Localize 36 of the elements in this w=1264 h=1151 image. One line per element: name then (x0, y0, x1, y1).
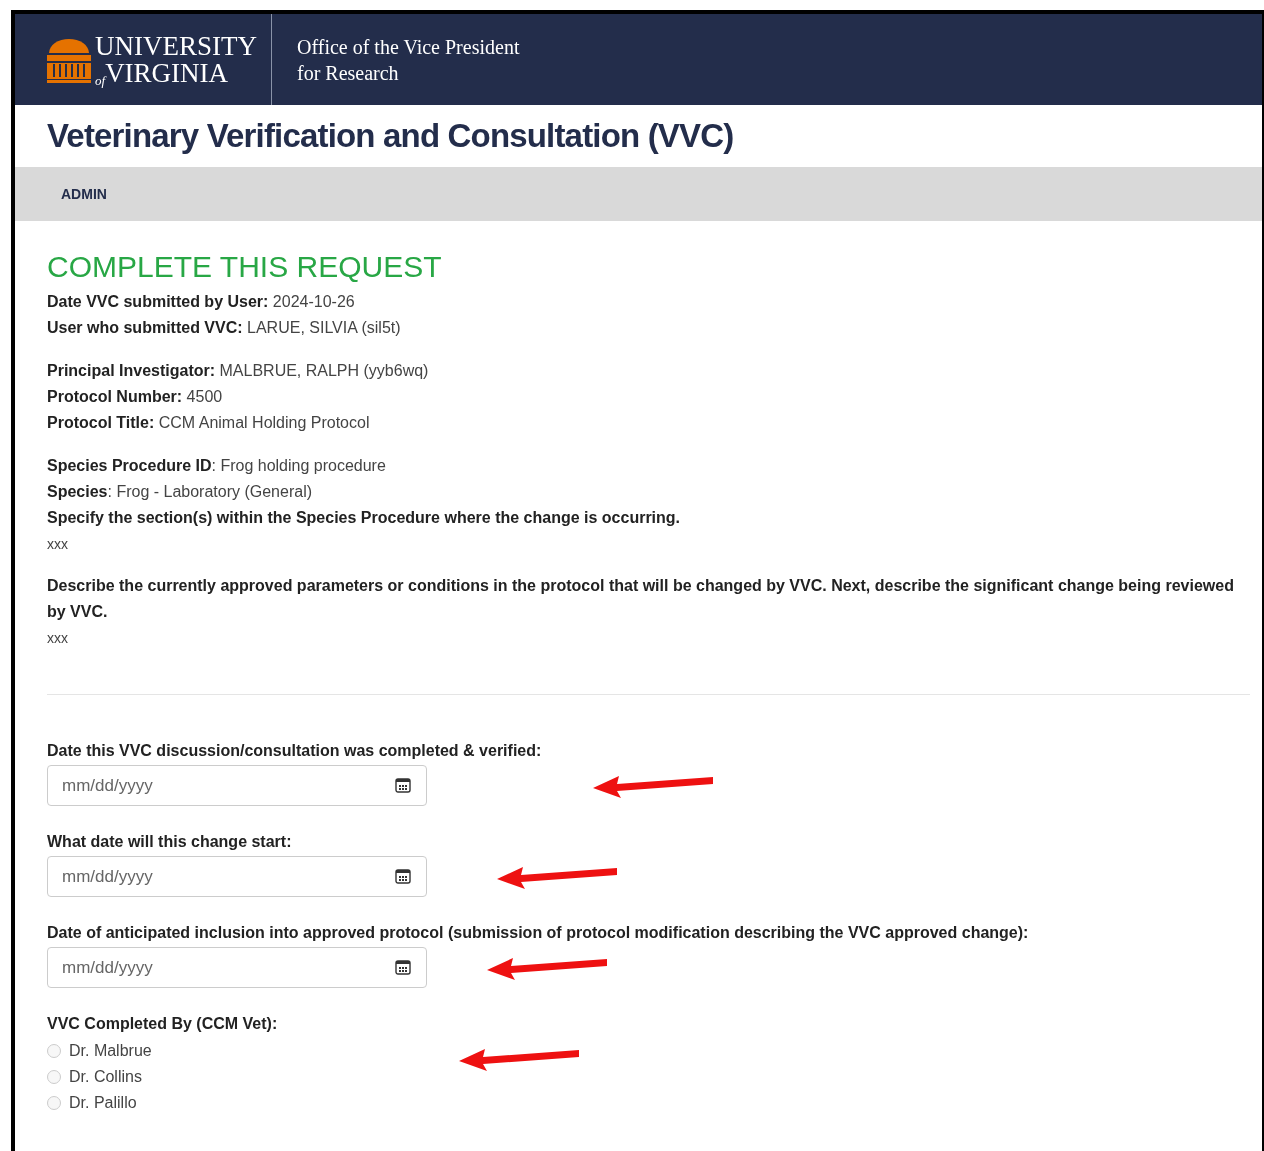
section-title: COMPLETE THIS REQUEST (47, 249, 443, 285)
radio-button[interactable] (47, 1096, 61, 1110)
radio-button[interactable] (47, 1070, 61, 1084)
info-line: Date VVC submitted by User: 2024-10-26 (47, 292, 356, 312)
logo-text: UNIVERSITY (95, 32, 257, 60)
office-title: Office of the Vice President (297, 34, 520, 60)
page-title: Veterinary Verification and Consultation (VVC) (47, 116, 734, 157)
radio-label: Dr. Palillo (69, 1093, 137, 1113)
rotunda-logo-icon (47, 36, 91, 83)
date-field[interactable]: mm/dd/yyyy (47, 947, 427, 988)
field-label: Date of anticipated inclusion into approved protocol (submission of protocol modification describing the VVC approved change): (47, 923, 1030, 943)
answer-text: xxx (47, 535, 69, 554)
answer-text: xxx (47, 629, 69, 648)
radio-label: Dr. Malbrue (69, 1041, 152, 1061)
calendar-icon[interactable] (395, 868, 411, 884)
info-line: User who submitted VVC: LARUE, SILVIA (sil5t) (47, 318, 402, 338)
info-line: Protocol Number: 4500 (47, 387, 224, 407)
question-text: Specify the section(s) within the Species Procedure where the change is occurring. (47, 508, 682, 528)
logo-text: VIRGINIA (105, 59, 229, 87)
calendar-icon[interactable] (395, 959, 411, 975)
field-label: VVC Completed By (CCM Vet): (47, 1014, 278, 1034)
nav-link[interactable]: ADMIN (49, 179, 119, 209)
date-field[interactable]: mm/dd/yyyy (47, 765, 427, 806)
calendar-icon[interactable] (395, 777, 411, 793)
radio-label: Dr. Collins (69, 1067, 142, 1087)
info-line: Species: Frog - Laboratory (General) (47, 482, 313, 502)
info-line: Protocol Title: CCM Animal Holding Protocol (47, 413, 371, 433)
info-line: Principal Investigator: MALBRUE, RALPH (yyb6wq) (47, 361, 430, 381)
question-text: Describe the currently approved parameters or conditions in the protocol that will be changed by VVC. Next, describe the significant change being reviewed by VVC. (47, 576, 1235, 622)
field-label: What date will this change start: (47, 832, 293, 852)
info-line: Species Procedure ID: Frog holding procedure (47, 456, 387, 476)
radio-button[interactable] (47, 1044, 61, 1058)
logo-text: of (95, 73, 106, 87)
date-field[interactable]: mm/dd/yyyy (47, 856, 427, 897)
field-label: Date this VVC discussion/consultation was completed & verified: (47, 741, 543, 761)
office-title: for Research (297, 60, 400, 86)
